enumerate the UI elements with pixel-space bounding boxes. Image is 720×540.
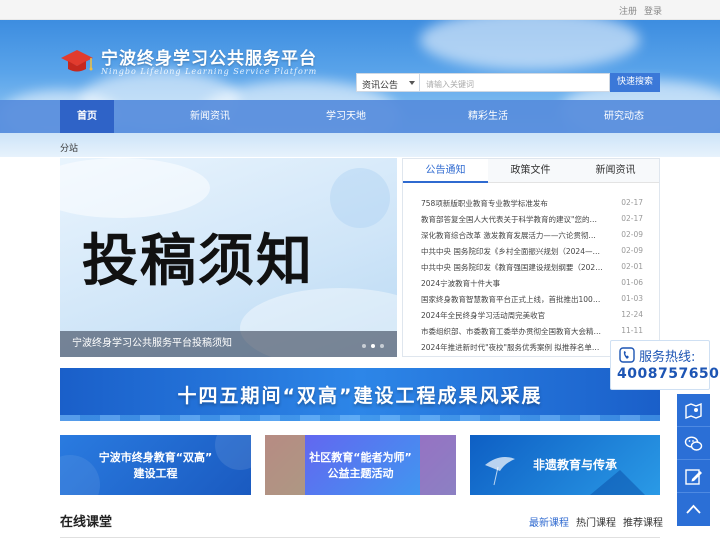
notice-title: 2024宁波教育十件大事 [421,279,501,288]
notice-tabs: 公告通知 政策文件 新闻资讯 [403,159,659,183]
notice-title: 深化教育综合改革 激发教育发展活力——六论贯彻落实... [421,231,603,240]
card-title: 非遗教育与传承 [532,458,617,472]
notice-title: 2024年推进新时代"夜校"服务优秀案例 拟推荐名单公示 [421,343,603,352]
tab-news[interactable]: 新闻资讯 [573,159,658,183]
notice-title: 758项新版职业教育专业教学标准发布 [421,199,548,208]
card-title: 宁波市终身教育“双高” [98,451,213,464]
register-link[interactable]: 注册 [619,4,637,17]
notice-list: 758项新版职业教育专业教学标准发布 02-17 教育部答复全国人大代表关于科学教… [421,196,643,356]
map-button[interactable] [677,394,710,427]
notice-title: 2024年全民终身学习活动周完美收官 [421,311,546,320]
search-category-value: 资讯公告 [362,81,399,91]
section-divider [60,537,660,538]
tab-recommended-courses[interactable]: 推荐课程 [623,514,663,529]
breadcrumb[interactable]: 分站 [60,141,78,154]
notice-title: 教育部答复全国人大代表关于科学教育的建议"您的建议... [421,215,603,224]
breadcrumb-strip [0,133,720,157]
promo-card-community[interactable]: 社区教育“能者为师” 公益主题活动 [265,435,456,495]
card-subtitle: 公益主题活动 [327,467,394,480]
site-subtitle: Ningbo Lifelong Learning Service Platfor… [101,67,318,76]
notice-date: 02-09 [621,230,643,239]
notice-date: 02-09 [621,246,643,255]
search-button[interactable]: 快速搜索 [610,73,660,92]
notice-title: 中共中央 国务院印发《教育强国建设规划纲要（2024—... [421,263,603,272]
notice-date: 02-01 [621,262,643,271]
graduation-cap-icon [61,50,93,72]
slider-dot[interactable] [380,344,384,348]
feature-banner-text: 十四五期间“双高”建设工程成果风采展 [177,385,543,407]
banner-slider[interactable]: 投稿须知 宁波终身学习公共服务平台投稿须知 [60,158,397,357]
list-item[interactable]: 中共中央 国务院印发《教育强国建设规划纲要（2024—... 02-01 [421,260,643,276]
card-subtitle: 建设工程 [133,467,178,480]
notice-title: 国家终身教育智慧教育平台正式上线，首批推出1000门... [421,295,603,304]
edit-icon [685,469,702,485]
notice-date: 01-03 [621,294,643,303]
list-item[interactable]: 中共中央 国务院印发《乡村全面振兴规划（2024—202... 02-09 [421,244,643,260]
nav-item-home[interactable]: 首页 [60,100,114,133]
notice-date: 02-17 [621,198,643,207]
notice-title: 市委组织部、市委教育工委举办贯彻全国教育大会精神... [421,327,603,336]
nav-item-life[interactable]: 精彩生活 [458,100,518,133]
promo-card-double-high[interactable]: 宁波市终身教育“双高” 建设工程 [60,435,251,495]
list-item[interactable]: 2024宁波教育十件大事 01-06 [421,276,643,292]
login-link[interactable]: 登录 [644,4,662,17]
notice-title: 中共中央 国务院印发《乡村全面振兴规划（2024—202... [421,247,603,256]
nav-item-news[interactable]: 新闻资讯 [180,100,240,133]
list-item[interactable]: 2024年全民终身学习活动周完美收官 12-24 [421,308,643,324]
service-hotline[interactable]: 服务热线: 4008757650 [610,340,719,390]
site-title[interactable]: 宁波终身学习公共服务平台 [101,44,317,69]
banner-headline: 投稿须知 [82,229,314,294]
tab-policy[interactable]: 政策文件 [488,159,573,183]
back-to-top-icon [686,504,701,514]
tab-announcements[interactable]: 公告通知 [403,159,488,183]
notice-date: 11-11 [621,326,643,335]
map-icon [685,402,702,420]
list-item[interactable]: 深化教育综合改革 激发教育发展活力——六论贯彻落实... 02-09 [421,228,643,244]
list-item[interactable]: 教育部答复全国人大代表关于科学教育的建议"您的建议... 02-17 [421,212,643,228]
slider-dot-active[interactable] [371,344,375,348]
list-item[interactable]: 国家终身教育智慧教育平台正式上线，首批推出1000门... 01-03 [421,292,643,308]
list-item[interactable]: 市委组织部、市委教育工委举办贯彻全国教育大会精神... 11-11 [421,324,643,340]
wechat-icon [684,436,703,451]
search-input[interactable]: 请输入关键词 [420,73,610,92]
tab-popular-courses[interactable]: 热门课程 [576,514,616,529]
card-title: 社区教育“能者为师” [309,451,412,464]
notice-panel: 公告通知 政策文件 新闻资讯 758项新版职业教育专业教学标准发布 02-17 教… [402,158,660,357]
card-pattern [265,435,456,495]
hotline-number: 4008757650 [617,366,720,382]
wechat-button[interactable] [677,427,710,460]
phone-icon [619,347,635,363]
banner-caption[interactable]: 宁波终身学习公共服务平台投稿须知 [60,331,397,357]
notice-date: 02-17 [621,214,643,223]
chevron-down-icon [409,81,415,85]
promo-card-heritage[interactable]: 非遗教育与传承 [470,435,660,495]
feature-banner[interactable]: 十四五期间“双高”建设工程成果风采展 [60,368,660,421]
section-title: 在线课堂 [60,515,113,530]
list-item[interactable]: 758项新版职业教育专业教学标准发布 02-17 [421,196,643,212]
nav-item-research[interactable]: 研究动态 [594,100,654,133]
top-utility-bar: 注册 登录 [0,0,720,20]
card-pattern [60,435,251,495]
feature-banner-stripe [60,415,660,421]
nav-item-learning[interactable]: 学习天地 [316,100,376,133]
notice-date: 12-24 [621,310,643,319]
edit-button[interactable] [677,460,710,493]
search-category-select[interactable]: 资讯公告 [356,73,420,92]
back-to-top-button[interactable] [677,493,710,526]
hotline-label: 服务热线: [639,350,696,365]
tab-latest-courses[interactable]: 最新课程 [529,514,569,529]
main-nav: 首页 新闻资讯 学习天地 精彩生活 研究动态 [0,100,720,133]
slider-dot[interactable] [362,344,366,348]
notice-date: 01-06 [621,278,643,287]
